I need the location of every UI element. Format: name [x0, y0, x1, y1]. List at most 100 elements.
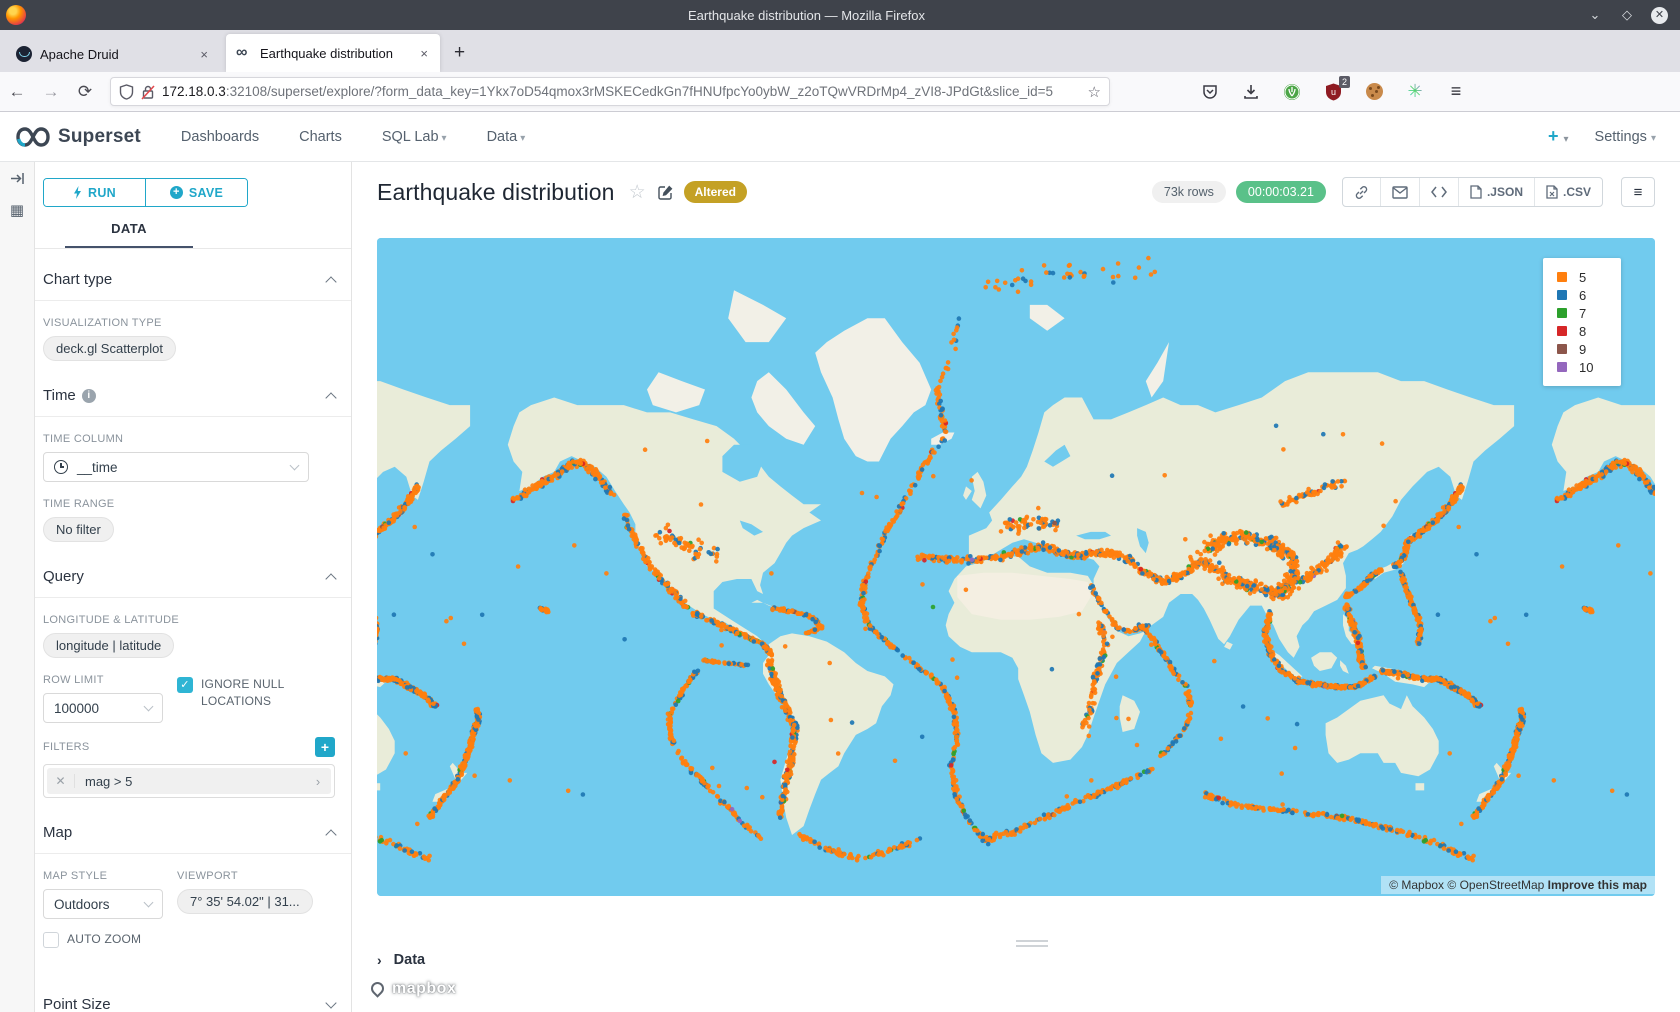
auto-zoom-checkbox[interactable]	[43, 932, 59, 948]
window-maximize-icon[interactable]: ◇	[1619, 7, 1635, 23]
browser-tab-1[interactable]: Apache Druid ×	[6, 36, 220, 72]
dataset-grid-icon[interactable]: ▦	[10, 201, 24, 219]
nav-item-charts[interactable]: Charts	[299, 129, 342, 145]
insecure-lock-icon[interactable]	[141, 84, 155, 100]
remove-filter-icon[interactable]: ✕	[47, 774, 75, 788]
viz-type-value[interactable]: deck.gl Scatterplot	[43, 336, 176, 361]
row-limit-select[interactable]: 100000	[43, 693, 163, 723]
tab-label: Earthquake distribution	[260, 46, 410, 61]
new-item-menu[interactable]: + ▾	[1548, 126, 1569, 147]
url-text[interactable]: 172.18.0.3:32108/superset/explore/?form_…	[162, 84, 1088, 99]
mapbox-logo[interactable]: mapbox	[364, 977, 456, 1000]
expand-dataset-panel-icon[interactable]	[10, 172, 25, 185]
embed-code-button[interactable]	[1419, 178, 1458, 206]
privacy-badger-icon[interactable]	[1282, 82, 1302, 102]
section-map-header[interactable]: Map	[43, 820, 335, 853]
tab-close-icon[interactable]: ×	[418, 46, 430, 61]
viewport-label: VIEWPORT	[177, 870, 335, 882]
panel-tabs: DATA	[35, 221, 351, 249]
ignore-null-checkbox[interactable]: ✓	[177, 677, 193, 693]
left-icon-rail: ▦	[0, 162, 35, 1012]
map-legend: 5678910	[1543, 258, 1621, 386]
cookie-extension-icon[interactable]	[1364, 82, 1384, 102]
collapse-chevron-icon	[325, 573, 336, 584]
legend-item: 9	[1557, 340, 1621, 358]
reload-button[interactable]: ⟳	[68, 82, 102, 102]
settings-menu[interactable]: Settings ▾	[1595, 129, 1656, 145]
tab-close-icon[interactable]: ×	[198, 47, 210, 62]
window-close-icon[interactable]: ✕	[1651, 7, 1668, 24]
chart-menu-button[interactable]: ≡	[1621, 177, 1655, 207]
nav-item-data[interactable]: Data▾	[487, 129, 526, 145]
legend-swatch	[1557, 362, 1567, 372]
run-button[interactable]: RUN	[44, 179, 145, 206]
panel-resize-handle[interactable]	[1016, 940, 1048, 950]
collapse-chevron-icon	[325, 392, 336, 403]
filter-row[interactable]: ✕ mag > 5 ›	[43, 764, 335, 798]
downloads-icon[interactable]	[1241, 82, 1261, 102]
export-csv-button[interactable]: .CSV	[1534, 178, 1602, 206]
clock-icon	[54, 460, 68, 474]
section-time: Timei TIME COLUMN __time TIME RANGE No f…	[35, 365, 351, 546]
collapse-chevron-icon	[325, 276, 336, 287]
superset-favicon	[236, 45, 252, 61]
extension-asterisk-icon[interactable]: ✳	[1405, 82, 1425, 102]
row-limit-label: ROW LIMIT	[43, 674, 163, 686]
nav-item-sql-lab[interactable]: SQL Lab▾	[382, 129, 447, 145]
add-filter-button[interactable]: +	[315, 737, 335, 757]
map-style-select[interactable]: Outdoors	[43, 889, 163, 919]
forward-button[interactable]: →	[34, 82, 68, 102]
pocket-icon[interactable]	[1200, 82, 1220, 102]
favorite-star-icon[interactable]: ☆	[629, 181, 646, 204]
firefox-icon	[6, 5, 26, 25]
osm-attribution-link[interactable]: © OpenStreetMap	[1447, 878, 1544, 892]
legend-label: 5	[1579, 270, 1586, 285]
time-column-select[interactable]: __time	[43, 452, 309, 482]
mapbox-attribution-link[interactable]: © Mapbox	[1389, 878, 1444, 892]
section-time-header[interactable]: Timei	[43, 383, 335, 416]
section-map: Map MAP STYLE Outdoors AUTO ZOOM	[35, 802, 351, 952]
new-tab-button[interactable]: +	[454, 42, 465, 64]
url-bar[interactable]: 172.18.0.3:32108/superset/explore/?form_…	[110, 77, 1110, 106]
ublock-icon[interactable]: u 2	[1323, 82, 1343, 102]
legend-swatch	[1557, 272, 1567, 282]
email-button[interactable]	[1380, 178, 1419, 206]
filter-expand-icon[interactable]: ›	[305, 774, 331, 789]
altered-badge[interactable]: Altered	[684, 181, 747, 203]
viz-type-label: VISUALIZATION TYPE	[43, 317, 335, 329]
time-range-value[interactable]: No filter	[43, 517, 114, 542]
copy-link-button[interactable]	[1343, 178, 1380, 206]
section-query-header[interactable]: Query	[43, 564, 335, 597]
map-attribution: © Mapbox © OpenStreetMap Improve this ma…	[1381, 876, 1655, 894]
legend-item: 8	[1557, 322, 1621, 340]
edit-properties-icon[interactable]	[658, 184, 674, 200]
section-chart-type: Chart type VISUALIZATION TYPE deck.gl Sc…	[35, 249, 351, 365]
section-chart-type-header[interactable]: Chart type	[43, 267, 335, 300]
plus-circle-icon: +	[170, 186, 183, 199]
legend-label: 6	[1579, 288, 1586, 303]
filter-expression[interactable]: mag > 5	[75, 774, 305, 789]
save-button[interactable]: + SAVE	[145, 179, 247, 206]
viewport-value[interactable]: 7° 35' 54.02" | 31...	[177, 889, 313, 914]
section-point-size-header[interactable]: Point Size	[43, 992, 335, 1012]
map-style-label: MAP STYLE	[43, 870, 163, 882]
tab-data[interactable]: DATA	[65, 221, 193, 248]
data-results-toggle[interactable]: › Data	[377, 952, 425, 968]
export-json-button[interactable]: .JSON	[1458, 178, 1534, 206]
tab-label: Apache Druid	[40, 47, 190, 62]
firefox-menu-icon[interactable]: ≡	[1446, 82, 1466, 102]
browser-tab-2[interactable]: Earthquake distribution ×	[226, 34, 440, 72]
brand-name: Superset	[58, 126, 141, 148]
superset-logo[interactable]: Superset	[16, 126, 141, 148]
nav-item-dashboards[interactable]: Dashboards	[181, 129, 259, 145]
bookmark-star-icon[interactable]: ☆	[1088, 83, 1101, 101]
legend-item: 10	[1557, 358, 1621, 376]
lonlat-value[interactable]: longitude | latitude	[43, 633, 174, 658]
legend-label: 10	[1579, 360, 1593, 375]
window-minimize-icon[interactable]: ⌄	[1587, 7, 1603, 23]
improve-map-link[interactable]: Improve this map	[1548, 878, 1647, 892]
back-button[interactable]: ←	[0, 82, 34, 102]
deckgl-map[interactable]	[377, 238, 1655, 896]
tracking-shield-icon[interactable]	[119, 84, 134, 100]
collapse-chevron-icon	[325, 829, 336, 840]
